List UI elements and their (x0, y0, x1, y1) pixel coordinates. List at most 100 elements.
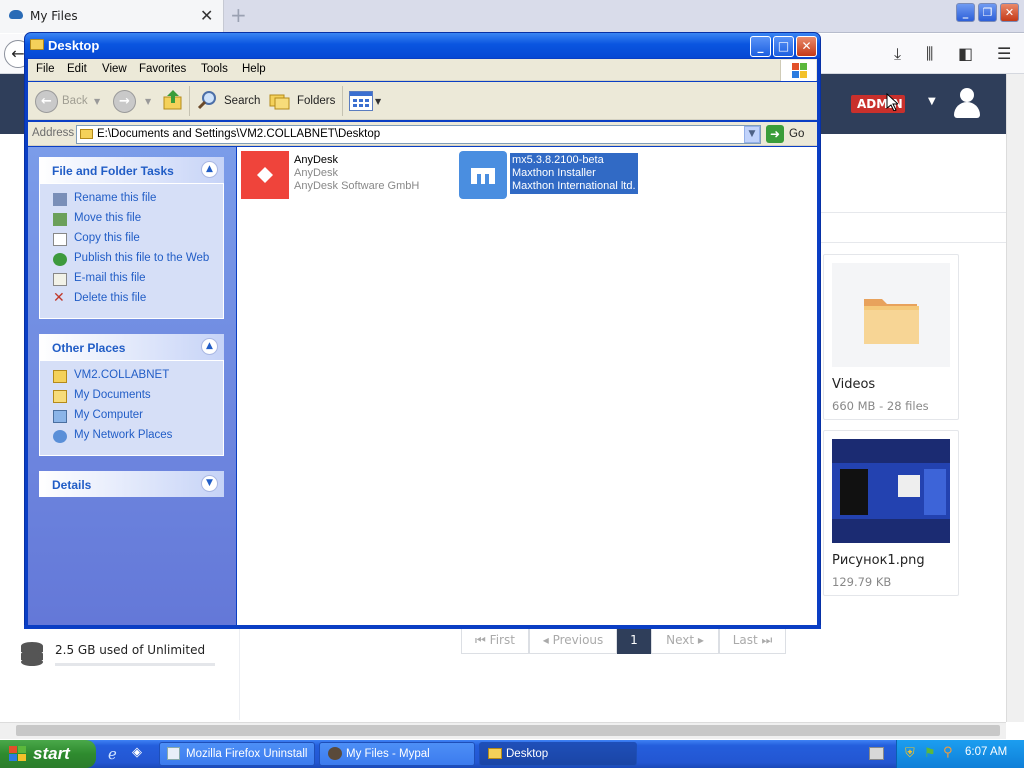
scrollbar-thumb[interactable] (16, 725, 1000, 736)
new-tab-button[interactable]: + (230, 3, 247, 27)
pagination-next[interactable]: Next ▸ (651, 627, 719, 654)
address-value[interactable]: E:\Documents and Settings\VM2.COLLABNET\… (97, 128, 380, 140)
collapse-icon[interactable]: ▲ (201, 338, 218, 355)
file-company: Maxthon International ltd. (512, 180, 636, 192)
chevron-down-icon[interactable]: ▼ (145, 97, 151, 106)
network-icon (53, 430, 67, 443)
folders-icon[interactable] (269, 91, 291, 110)
windows-flag-icon (780, 60, 816, 81)
forward-arrow-icon[interactable]: → (113, 90, 136, 113)
task-move[interactable]: Move this file (74, 212, 141, 224)
globe-icon (53, 253, 67, 266)
up-folder-icon[interactable] (162, 88, 184, 112)
card-title: Videos (832, 377, 876, 392)
back-arrow-icon[interactable]: ← (35, 90, 58, 113)
menu-favorites[interactable]: Favorites (139, 63, 186, 75)
browser-close-button[interactable]: ✕ (1000, 3, 1019, 22)
email-icon (53, 273, 67, 286)
go-button[interactable]: Go (789, 128, 804, 140)
pagination-last[interactable]: Last ⏭ (719, 627, 786, 654)
pagination-first[interactable]: ⏮ First (461, 627, 529, 654)
anydesk-icon[interactable] (241, 151, 289, 199)
menu-help[interactable]: Help (242, 63, 266, 75)
browser-maximize-button[interactable]: ❐ (978, 3, 997, 22)
task-copy[interactable]: Copy this file (74, 232, 140, 244)
minimize-button[interactable]: _ (750, 36, 771, 57)
maxthon-icon[interactable] (459, 151, 507, 199)
search-button[interactable]: Search (224, 95, 260, 107)
task-publish[interactable]: Publish this file to the Web (74, 252, 209, 264)
file-card-image[interactable]: Рисунок1.png 129.79 KB (823, 430, 959, 596)
task-my-files[interactable]: My Files - Mypal (319, 742, 475, 766)
sidebar-icon[interactable]: ◧ (958, 44, 973, 63)
toolbar-separator (342, 86, 343, 116)
download-icon[interactable]: ⤓ (894, 44, 901, 64)
place-vm2-collabnet[interactable]: VM2.COLLABNET (74, 369, 169, 381)
close-button[interactable]: ✕ (796, 36, 817, 57)
avatar[interactable] (952, 88, 982, 120)
maximize-button[interactable]: □ (773, 36, 794, 57)
next-icon: ▸ (694, 633, 704, 647)
back-button[interactable]: Back (62, 95, 88, 107)
chevron-down-icon[interactable]: ▼ (928, 96, 936, 107)
menu-icon[interactable]: ☰ (997, 44, 1011, 63)
place-my-network-places[interactable]: My Network Places (74, 429, 172, 441)
toolbar-separator (189, 86, 190, 116)
pagination-current[interactable]: 1 (617, 627, 651, 654)
place-my-computer[interactable]: My Computer (74, 409, 143, 421)
previous-icon: ◂ (542, 633, 553, 647)
menu-edit[interactable]: Edit (67, 63, 87, 75)
search-icon[interactable]: ⚲ (943, 745, 953, 760)
menu-file[interactable]: File (36, 63, 55, 75)
quicklaunch-icon[interactable]: ◈ (132, 745, 142, 760)
copy-icon (53, 233, 67, 246)
details-title: Details (52, 478, 92, 492)
go-arrow-icon[interactable]: ➜ (766, 125, 784, 143)
expand-icon[interactable]: ▼ (201, 475, 218, 492)
task-firefox-uninstall[interactable]: Mozilla Firefox Uninstall (159, 742, 315, 766)
browser-minimize-button[interactable]: _ (956, 3, 975, 22)
library-icon[interactable]: ⫼ (926, 44, 933, 64)
other-places-title: Other Places (52, 341, 126, 355)
tab-my-files[interactable]: My Files ✕ (0, 0, 224, 33)
keyboard-icon[interactable] (869, 747, 884, 760)
file-folder-tasks-title: File and Folder Tasks (52, 164, 174, 178)
chevron-down-icon[interactable]: ▼ (94, 97, 100, 106)
views-icon[interactable] (349, 91, 373, 111)
vertical-scrollbar[interactable] (1006, 74, 1024, 722)
shield-icon[interactable]: ⛨ (905, 746, 915, 761)
search-icon[interactable] (196, 89, 218, 111)
folder-icon (53, 370, 67, 383)
folder-icon (80, 129, 93, 139)
place-my-documents[interactable]: My Documents (74, 389, 151, 401)
menu-view[interactable]: View (102, 63, 127, 75)
menu-tools[interactable]: Tools (201, 63, 228, 75)
collapse-icon[interactable]: ▲ (201, 161, 218, 178)
file-name[interactable]: mx5.3.8.2100-beta (512, 154, 604, 166)
network-status-icon[interactable]: ⚑ (924, 746, 936, 761)
internet-explorer-icon[interactable]: ℯ (108, 745, 117, 763)
explorer-titlebar[interactable] (25, 33, 820, 58)
chevron-down-icon[interactable]: ▼ (375, 97, 381, 106)
cloud-icon (9, 10, 23, 19)
address-label: Address (32, 127, 75, 139)
mouse-cursor-icon (886, 92, 900, 114)
last-page-icon: ⏭ (757, 633, 773, 647)
task-desktop[interactable]: Desktop (479, 742, 637, 766)
folder-icon (30, 39, 44, 50)
task-rename[interactable]: Rename this file (74, 192, 156, 204)
chevron-down-icon[interactable]: ▼ (744, 126, 760, 143)
file-name[interactable]: AnyDesk (294, 154, 338, 166)
delete-icon: ✕ (53, 290, 65, 306)
task-email[interactable]: E-mail this file (74, 272, 146, 284)
folders-button[interactable]: Folders (297, 95, 335, 107)
pagination-previous[interactable]: ◂ Previous (529, 627, 617, 654)
file-description: Maxthon Installer (512, 167, 596, 179)
installer-icon (167, 747, 180, 760)
close-tab-icon[interactable]: ✕ (200, 6, 213, 25)
file-card-videos[interactable]: Videos 660 MB - 28 files (823, 254, 959, 420)
first-page-icon: ⏮ (475, 633, 490, 647)
task-delete[interactable]: Delete this file (74, 292, 146, 304)
file-company: AnyDesk Software GmbH (294, 180, 420, 192)
tab-title: My Files (30, 9, 78, 23)
